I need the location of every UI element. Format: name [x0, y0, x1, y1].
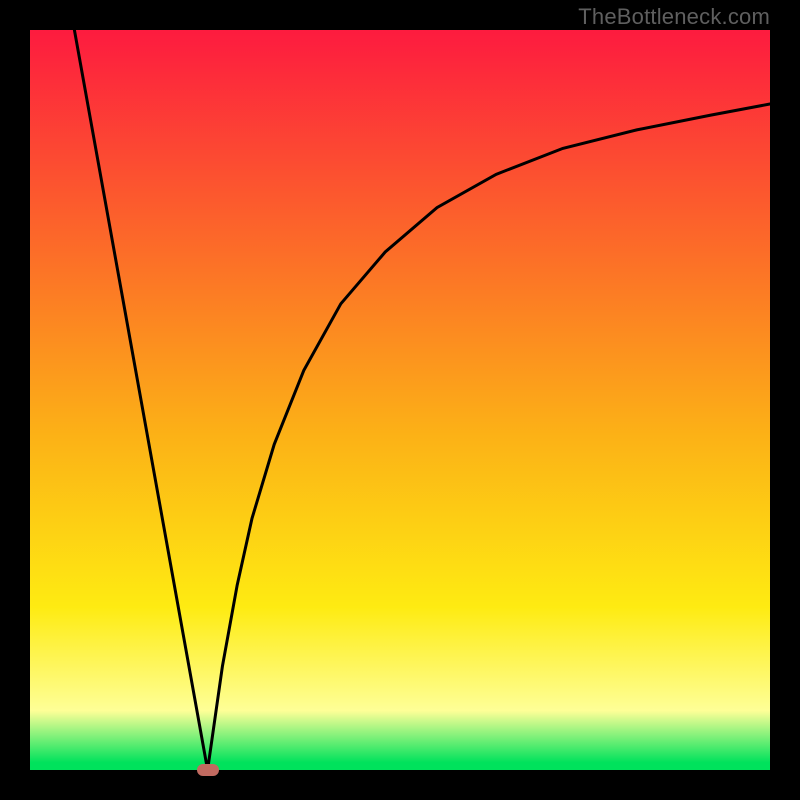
bottleneck-curve — [30, 30, 770, 770]
chart-frame: TheBottleneck.com — [0, 0, 800, 800]
watermark-text: TheBottleneck.com — [578, 4, 770, 30]
optimum-marker — [197, 764, 219, 776]
plot-area — [30, 30, 770, 770]
curve-path — [74, 30, 770, 770]
